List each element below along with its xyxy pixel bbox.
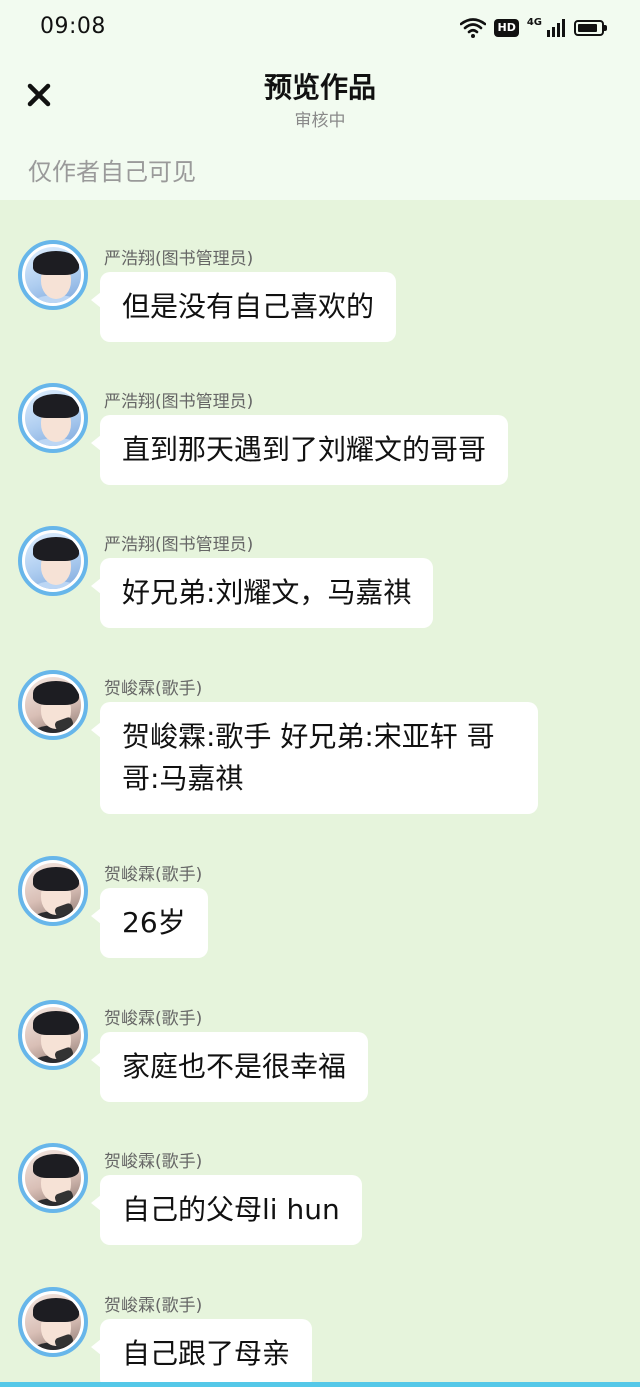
status-bar: 09:08 HD 4G xyxy=(0,0,640,56)
speaker-name: 贺峻霖(歌手) xyxy=(104,1009,203,1029)
message-bubble: 家庭也不是很幸福 xyxy=(90,1032,369,1102)
speaker-name: 贺峻霖(歌手) xyxy=(104,679,203,699)
review-status: 审核中 xyxy=(294,111,346,131)
avatar[interactable] xyxy=(18,670,88,740)
wifi-icon xyxy=(460,18,487,38)
speaker-name: 贺峻霖(歌手) xyxy=(104,1152,203,1172)
message-bubble: 贺峻霖:歌手 好兄弟:宋亚轩 哥哥:马嘉祺 xyxy=(91,702,538,814)
status-icons: HD 4G xyxy=(460,14,607,42)
hd-badge: HD xyxy=(494,19,519,37)
message-bubble: 自己跟了母亲 xyxy=(90,1319,313,1382)
signal-icon xyxy=(547,19,565,37)
speaker-name: 贺峻霖(歌手) xyxy=(104,1296,203,1316)
network-type-label: 4G xyxy=(526,16,542,28)
avatar[interactable] xyxy=(18,1143,88,1213)
avatar[interactable] xyxy=(18,1000,88,1070)
message-bubble: 直到那天遇到了刘耀文的哥哥 xyxy=(90,415,509,485)
speaker-name: 严浩翔(图书管理员) xyxy=(104,249,254,269)
speaker-name: 严浩翔(图书管理员) xyxy=(104,392,254,412)
preview-header: 预览作品 审核中 仅作者自己可见 xyxy=(0,56,640,200)
status-time: 09:08 xyxy=(40,14,106,39)
message-bubble: 好兄弟:刘耀文，马嘉祺 xyxy=(90,558,434,628)
page-title: 预览作品 xyxy=(263,71,376,104)
battery-icon xyxy=(574,20,607,36)
avatar[interactable] xyxy=(18,240,88,310)
message-bubble: 自己的父母li hun xyxy=(91,1175,362,1245)
visibility-note: 仅作者自己可见 xyxy=(28,158,196,186)
speaker-name: 贺峻霖(歌手) xyxy=(104,865,203,885)
bottom-accent-bar xyxy=(0,1382,640,1387)
speaker-name: 严浩翔(图书管理员) xyxy=(104,535,254,555)
avatar[interactable] xyxy=(18,383,88,453)
chat-area[interactable]: 严浩翔(图书管理员) 但是没有自己喜欢的 严浩翔(图书管理员) 直到那天遇到了刘… xyxy=(0,200,640,1382)
message-bubble: 26岁 xyxy=(91,888,208,958)
avatar[interactable] xyxy=(18,526,88,596)
avatar[interactable] xyxy=(18,856,88,926)
message-bubble: 但是没有自己喜欢的 xyxy=(90,272,397,342)
avatar[interactable] xyxy=(18,1287,88,1357)
battery-level xyxy=(578,24,597,32)
